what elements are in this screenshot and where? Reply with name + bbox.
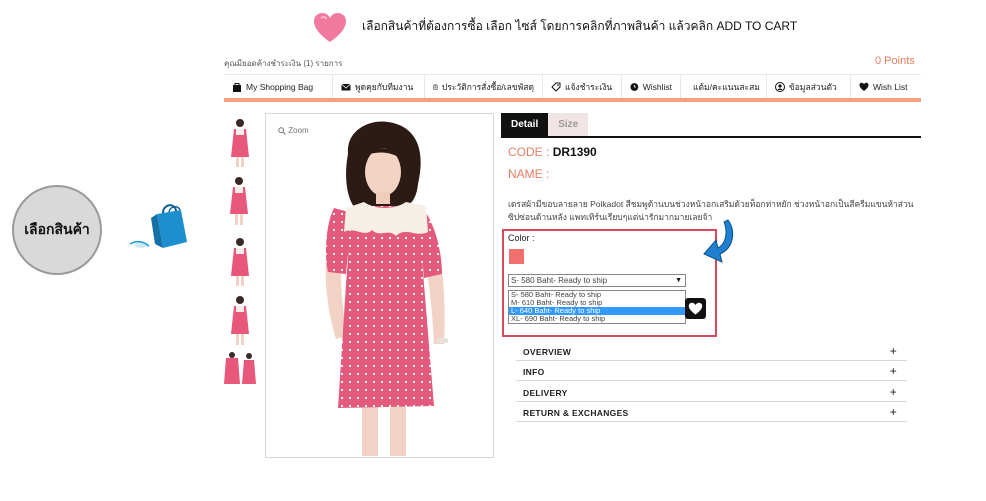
nav-label: My Shopping Bag — [246, 81, 314, 92]
clock-icon — [630, 82, 639, 91]
pending-payment-status: คุณมียอดค้างชำระเงิน (1) รายการ — [224, 59, 343, 68]
nav-contact[interactable]: พูดคุยกับทีมงาน — [333, 75, 425, 98]
points-link[interactable]: 0 Points — [875, 55, 915, 67]
product-name-label: NAME : — [508, 167, 550, 181]
product-thumbnail[interactable] — [224, 115, 256, 169]
code-label: CODE : — [508, 145, 550, 159]
add-to-wishlist-button[interactable] — [685, 298, 706, 319]
product-thumbnail[interactable] — [224, 234, 256, 288]
clipboard-icon — [433, 84, 438, 90]
plus-icon: + — [889, 364, 897, 378]
nav-label: ข้อมูลส่วนตัว — [789, 81, 837, 92]
accordion-label: RETURN & EXCHANGES — [523, 408, 629, 418]
model-illustration — [325, 121, 448, 456]
heart-icon — [688, 302, 703, 315]
plus-icon: + — [889, 344, 897, 358]
nav-label: ประวัติการสั่งซื้อ/เลขพัสดุ — [441, 81, 534, 92]
select-product-button[interactable]: เลือกสินค้า — [12, 185, 102, 275]
chevron-down-icon: ▼ — [675, 277, 682, 284]
nav-label: Wishlist — [642, 81, 672, 92]
size-dropdown-list: S- 580 Baht- Ready to ship M- 610 Baht- … — [508, 290, 686, 324]
product-tabs: Detail Size — [501, 113, 921, 138]
product-code: CODE : DR1390 — [508, 145, 597, 159]
product-thumbnail[interactable] — [224, 174, 256, 228]
nav-payment-notify[interactable]: แจ้งชำระเงิน — [543, 75, 622, 98]
accordion-delivery[interactable]: DELIVERY + — [516, 382, 907, 402]
nav-label: พูดคุยกับทีมงาน — [355, 81, 414, 92]
pointer-arrow-icon — [703, 219, 734, 263]
tab-size[interactable]: Size — [548, 113, 589, 136]
plus-icon: + — [889, 405, 897, 419]
nav-label: แจ้งชำระเงิน — [565, 81, 613, 92]
product-thumbnail[interactable] — [224, 293, 256, 347]
member-nav: My Shopping Bag พูดคุยกับทีมงาน ประวัติก… — [224, 74, 921, 102]
nav-wish-list[interactable]: Wish List — [851, 75, 921, 98]
color-label: Color : — [508, 233, 535, 243]
accordion-label: INFO — [523, 367, 545, 377]
size-select-value: S- 580 Baht- Ready to ship — [511, 276, 608, 285]
accordion-label: OVERVIEW — [523, 347, 572, 357]
heart-icon — [859, 82, 869, 91]
plus-icon: + — [889, 385, 897, 399]
tag-icon — [551, 82, 561, 92]
nav-points[interactable]: แต้ม/คะแนนสะสม — [681, 75, 767, 98]
tab-detail[interactable]: Detail — [501, 113, 549, 136]
product-main-image[interactable]: Zoom — [265, 113, 494, 458]
mail-icon — [341, 83, 351, 90]
size-select[interactable]: S- 580 Baht- Ready to ship ▼ — [508, 274, 686, 287]
nav-profile[interactable]: ข้อมูลส่วนตัว — [767, 75, 851, 98]
accordion-overview[interactable]: OVERVIEW + — [516, 341, 907, 361]
nav-label: แต้ม/คะแนนสะสม — [693, 81, 760, 92]
nav-wishlist[interactable]: Wishlist — [622, 75, 681, 98]
accordion-info[interactable]: INFO + — [516, 361, 907, 381]
nav-label: Wish List — [873, 81, 908, 92]
size-option[interactable]: XL- 690 Baht- Ready to ship — [509, 315, 685, 323]
heart-icon — [314, 13, 346, 42]
nav-my-shopping-bag[interactable]: My Shopping Bag — [224, 75, 333, 98]
code-value: DR1390 — [552, 145, 597, 159]
accordion-returns[interactable]: RETURN & EXCHANGES + — [516, 402, 907, 422]
user-icon — [775, 81, 785, 92]
color-swatch[interactable] — [509, 249, 524, 264]
product-thumbnail[interactable] — [224, 352, 258, 388]
shopping-bag-icon — [129, 204, 187, 248]
accordion-label: DELIVERY — [523, 388, 568, 398]
instruction-text: เลือกสินค้าที่ต้องการซื้อ เลือก ไซส์ โดย… — [362, 19, 798, 33]
shopping-bag-icon — [233, 82, 241, 92]
nav-order-history[interactable]: ประวัติการสั่งซื้อ/เลขพัสดุ — [425, 75, 543, 98]
